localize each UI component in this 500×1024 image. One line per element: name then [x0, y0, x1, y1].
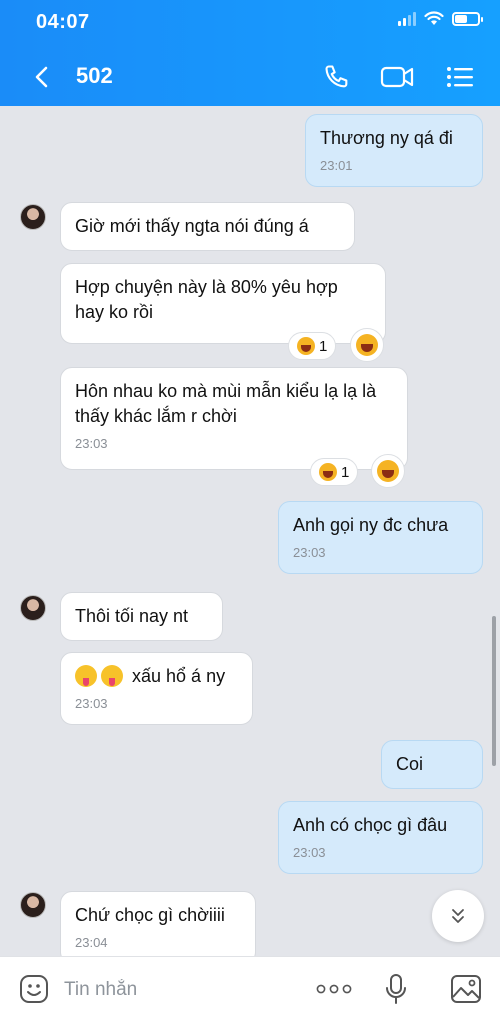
double-chevron-down-icon: [452, 909, 464, 923]
status-icons: [398, 11, 483, 26]
tongue-emoji-icon: [101, 665, 123, 687]
call-button[interactable]: [320, 60, 354, 94]
phone-icon: [325, 65, 348, 88]
message-incoming[interactable]: Hợp chuyện này là 80% yêu hợp hay ko rồi: [60, 263, 386, 344]
message-time: 23:01: [320, 158, 353, 173]
more-button[interactable]: [314, 971, 354, 1007]
message-list[interactable]: Thương ny qá đi 23:01 Giờ mới thấy ngta …: [0, 106, 500, 956]
microphone-icon: [386, 974, 406, 1004]
message-incoming[interactable]: Giờ mới thấy ngta nói đúng á: [60, 202, 355, 251]
message-text: Thôi tối nay nt: [75, 606, 189, 626]
message-outgoing[interactable]: Coi: [381, 740, 483, 789]
message-text: xấu hổ á ny: [132, 666, 226, 686]
message-text: Anh có chọc gì đâu: [293, 815, 448, 835]
avatar[interactable]: [20, 892, 46, 918]
signal-icon: [398, 11, 416, 26]
wifi-icon: [424, 11, 444, 25]
status-time: 04:07: [36, 11, 90, 33]
message-text: Anh gọi ny đc chưa: [293, 515, 449, 535]
message-text: Chứ chọc gì chờiiii: [75, 905, 225, 925]
sticker-face-icon: [20, 975, 48, 1003]
reaction-summary[interactable]: 1: [288, 332, 337, 360]
react-button[interactable]: [350, 328, 384, 362]
message-text: Hợp chuyện này là 80% yêu hợp hay ko rồi: [75, 277, 338, 322]
message-outgoing[interactable]: Thương ny qá đi 23:01: [305, 114, 483, 187]
composer-bar: [0, 956, 500, 1024]
image-button[interactable]: [448, 971, 484, 1007]
video-call-button[interactable]: [380, 60, 414, 94]
message-text: Hôn nhau ko mà mùi mẫn kiểu lạ lạ là thấ…: [75, 381, 377, 426]
image-icon: [451, 975, 481, 1003]
scroll-to-bottom-button[interactable]: [432, 890, 484, 942]
menu-button[interactable]: [443, 60, 477, 94]
more-dots-icon: [316, 984, 352, 994]
avatar[interactable]: [20, 204, 46, 230]
message-outgoing[interactable]: Anh gọi ny đc chưa 23:03: [278, 501, 483, 574]
message-text: Thương ny qá đi: [320, 128, 453, 148]
battery-icon: [452, 11, 483, 26]
message-incoming[interactable]: Hôn nhau ko mà mùi mẫn kiểu lạ lạ là thấ…: [60, 367, 408, 470]
back-button[interactable]: [26, 62, 56, 92]
sticker-button[interactable]: [16, 971, 52, 1007]
avatar[interactable]: [20, 595, 46, 621]
scrollbar[interactable]: [492, 616, 496, 766]
chat-title[interactable]: 502: [76, 63, 113, 89]
tongue-emoji-icon: [75, 665, 97, 687]
reaction-summary[interactable]: 1: [310, 458, 359, 486]
message-incoming[interactable]: Chứ chọc gì chờiiii 23:04: [60, 891, 256, 956]
message-input[interactable]: [64, 975, 284, 1005]
message-incoming[interactable]: Thôi tối nay nt: [60, 592, 223, 641]
message-outgoing[interactable]: Anh có chọc gì đâu 23:03: [278, 801, 483, 874]
list-menu-icon: [447, 67, 473, 87]
laughing-emoji-icon: [319, 463, 337, 481]
message-time: 23:04: [75, 935, 108, 950]
chevron-left-icon: [35, 66, 48, 88]
laughing-emoji-icon: [356, 334, 378, 356]
chat-header: 04:07 502: [0, 0, 500, 106]
message-text: Coi: [396, 754, 424, 774]
message-time: 23:03: [293, 545, 326, 560]
laughing-emoji-icon: [297, 337, 315, 355]
video-camera-icon: [380, 66, 414, 88]
message-text: Giờ mới thấy ngta nói đúng á: [75, 216, 309, 236]
laughing-emoji-icon: [377, 460, 399, 482]
message-incoming[interactable]: xấu hổ á ny 23:03: [60, 652, 253, 725]
message-time: 23:03: [75, 436, 108, 451]
reaction-count: 1: [341, 463, 350, 481]
react-button[interactable]: [371, 454, 405, 488]
message-time: 23:03: [293, 845, 326, 860]
message-time: 23:03: [75, 696, 108, 711]
voice-button[interactable]: [378, 971, 414, 1007]
reaction-count: 1: [319, 337, 328, 355]
